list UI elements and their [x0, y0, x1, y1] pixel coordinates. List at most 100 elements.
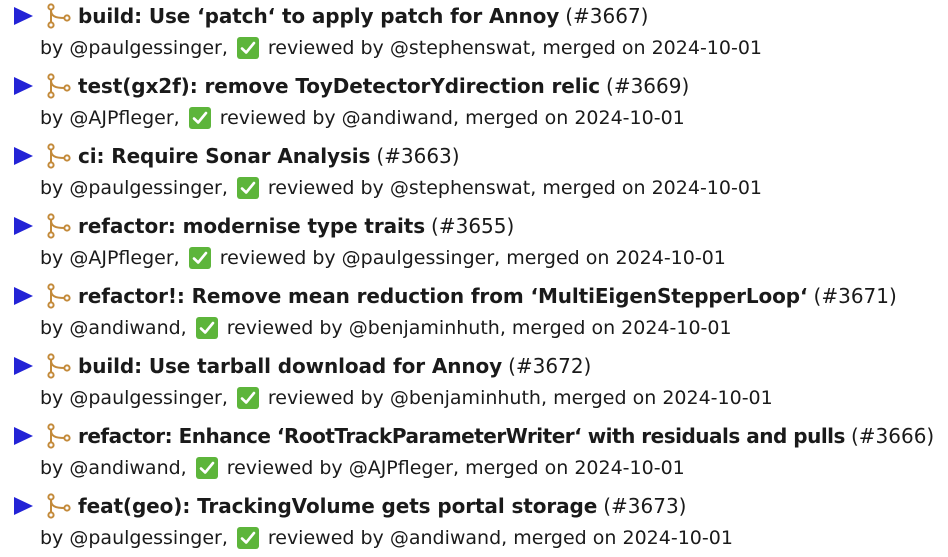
pr-item: build: Use tarball download for Annoy (#… [0, 350, 948, 414]
git-merge-icon [46, 423, 72, 449]
merged-on-label: merged on [511, 317, 616, 339]
git-merge-icon [46, 213, 72, 239]
pr-number[interactable]: (#3666) [851, 424, 934, 448]
pr-date: 2024-10-01 [651, 177, 763, 199]
pr-title-line: refactor!: Remove mean reduction from ‘M… [0, 280, 897, 312]
merged-on-label: merged on [553, 387, 657, 409]
triangle-right-icon [14, 497, 33, 515]
triangle-right-icon [14, 7, 33, 25]
by-label: by [40, 317, 64, 339]
pr-author[interactable]: @paulgessinger, [69, 527, 228, 549]
pr-author[interactable]: @AJPfleger, [69, 247, 179, 269]
triangle-right-icon [14, 217, 33, 235]
pr-title[interactable]: refactor!: Remove mean reduction from ‘M… [78, 284, 808, 308]
pr-title-line: refactor: Enhance ‘RootTrackParameterWri… [0, 420, 934, 452]
reviewed-by-label: reviewed by [267, 387, 384, 409]
pr-number[interactable]: (#3672) [508, 354, 591, 378]
pr-date: 2024-10-01 [574, 457, 685, 479]
pr-author[interactable]: @paulgessinger, [69, 177, 228, 199]
pr-item: refactor!: Remove mean reduction from ‘M… [0, 280, 948, 344]
pr-title-line: build: Use tarball download for Annoy (#… [0, 350, 591, 382]
pr-meta-line: by @paulgessinger, reviewed by @stephens… [40, 173, 762, 203]
merged-on-label: merged on [465, 107, 569, 129]
merged-on-label: merged on [506, 247, 610, 269]
pr-item: build: Use ‘patch‘ to apply patch for An… [0, 0, 948, 64]
pr-reviewer[interactable]: @stephenswat, [390, 177, 536, 199]
by-label: by [40, 177, 64, 199]
pr-title-line: test(gx2f): remove ToyDetectorYdirection… [0, 70, 689, 102]
pr-author[interactable]: @paulgessinger, [69, 387, 228, 409]
pr-title-line: feat(geo): TrackingVolume gets portal st… [0, 490, 686, 522]
pr-meta-line: by @paulgessinger, reviewed by @benjamin… [40, 383, 773, 413]
pr-reviewer[interactable]: @paulgessinger, [342, 247, 501, 269]
pr-item: refactor: Enhance ‘RootTrackParameterWri… [0, 420, 948, 484]
pr-number[interactable]: (#3663) [376, 144, 459, 168]
pr-reviewer[interactable]: @andiwand, [390, 527, 507, 549]
pr-meta-line: by @AJPfleger, reviewed by @andiwand, me… [40, 103, 685, 133]
reviewed-by-label: reviewed by [267, 527, 384, 549]
pr-date: 2024-10-01 [615, 247, 726, 269]
by-label: by [40, 527, 64, 549]
git-merge-icon [46, 283, 72, 309]
reviewed-by-label: reviewed by [219, 107, 336, 129]
pr-date: 2024-10-01 [621, 317, 732, 339]
pr-title[interactable]: refactor: Enhance ‘RootTrackParameterWri… [78, 424, 845, 448]
git-merge-icon [46, 73, 72, 99]
reviewed-by-label: reviewed by [226, 317, 343, 339]
pr-item: feat(geo): TrackingVolume gets portal st… [0, 490, 948, 554]
pr-date: 2024-10-01 [662, 387, 773, 409]
pr-title[interactable]: ci: Require Sonar Analysis [78, 144, 370, 168]
git-merge-icon [46, 3, 72, 29]
pr-list: build: Use ‘patch‘ to apply patch for An… [0, 0, 948, 557]
pr-reviewer[interactable]: @AJPfleger, [349, 457, 459, 479]
triangle-right-icon [14, 77, 33, 95]
check-box-icon [236, 527, 259, 549]
by-label: by [40, 37, 64, 59]
check-box-icon [236, 177, 259, 199]
pr-date: 2024-10-01 [574, 107, 685, 129]
pr-title[interactable]: test(gx2f): remove ToyDetectorYdirection… [78, 74, 600, 98]
pr-title[interactable]: feat(geo): TrackingVolume gets portal st… [78, 494, 597, 518]
pr-number[interactable]: (#3667) [565, 4, 648, 28]
pr-reviewer[interactable]: @benjaminhuth, [349, 317, 506, 339]
reviewed-by-label: reviewed by [219, 247, 336, 269]
pr-number[interactable]: (#3655) [431, 214, 514, 238]
pr-author[interactable]: @andiwand, [69, 317, 186, 339]
by-label: by [40, 247, 64, 269]
by-label: by [40, 387, 64, 409]
pr-meta-line: by @paulgessinger, reviewed by @stephens… [40, 33, 762, 63]
pr-number[interactable]: (#3671) [814, 284, 897, 308]
reviewed-by-label: reviewed by [226, 457, 343, 479]
pr-author[interactable]: @paulgessinger, [69, 37, 228, 59]
pr-title[interactable]: build: Use ‘patch‘ to apply patch for An… [78, 4, 559, 28]
git-merge-icon [46, 143, 72, 169]
pr-number[interactable]: (#3669) [606, 74, 689, 98]
pr-meta-line: by @andiwand, reviewed by @benjaminhuth,… [40, 313, 732, 343]
git-merge-icon [46, 493, 72, 519]
merged-on-label: merged on [513, 527, 617, 549]
pr-author[interactable]: @andiwand, [69, 457, 186, 479]
check-box-icon [188, 107, 211, 129]
pr-meta-line: by @paulgessinger, reviewed by @andiwand… [40, 523, 733, 553]
check-box-icon [195, 457, 218, 479]
pr-title[interactable]: refactor: modernise type traits [78, 214, 425, 238]
pr-reviewer[interactable]: @andiwand, [342, 107, 459, 129]
pr-meta-line: by @andiwand, reviewed by @AJPfleger, me… [40, 453, 685, 483]
reviewed-by-label: reviewed by [267, 177, 384, 199]
pr-reviewer[interactable]: @stephenswat, [390, 37, 536, 59]
triangle-right-icon [14, 287, 33, 305]
check-box-icon [236, 37, 259, 59]
triangle-right-icon [14, 427, 33, 445]
merged-on-label: merged on [542, 37, 646, 59]
pr-item: refactor: modernise type traits (#3655) … [0, 210, 948, 274]
triangle-right-icon [14, 147, 33, 165]
git-merge-icon [46, 353, 72, 379]
pr-title-line: ci: Require Sonar Analysis (#3663) [0, 140, 460, 172]
check-box-icon [236, 387, 259, 409]
pr-number[interactable]: (#3673) [603, 494, 686, 518]
check-box-icon [195, 317, 218, 339]
pr-author[interactable]: @AJPfleger, [69, 107, 179, 129]
pr-title[interactable]: build: Use tarball download for Annoy [78, 354, 502, 378]
by-label: by [40, 457, 64, 479]
pr-reviewer[interactable]: @benjaminhuth, [390, 387, 547, 409]
